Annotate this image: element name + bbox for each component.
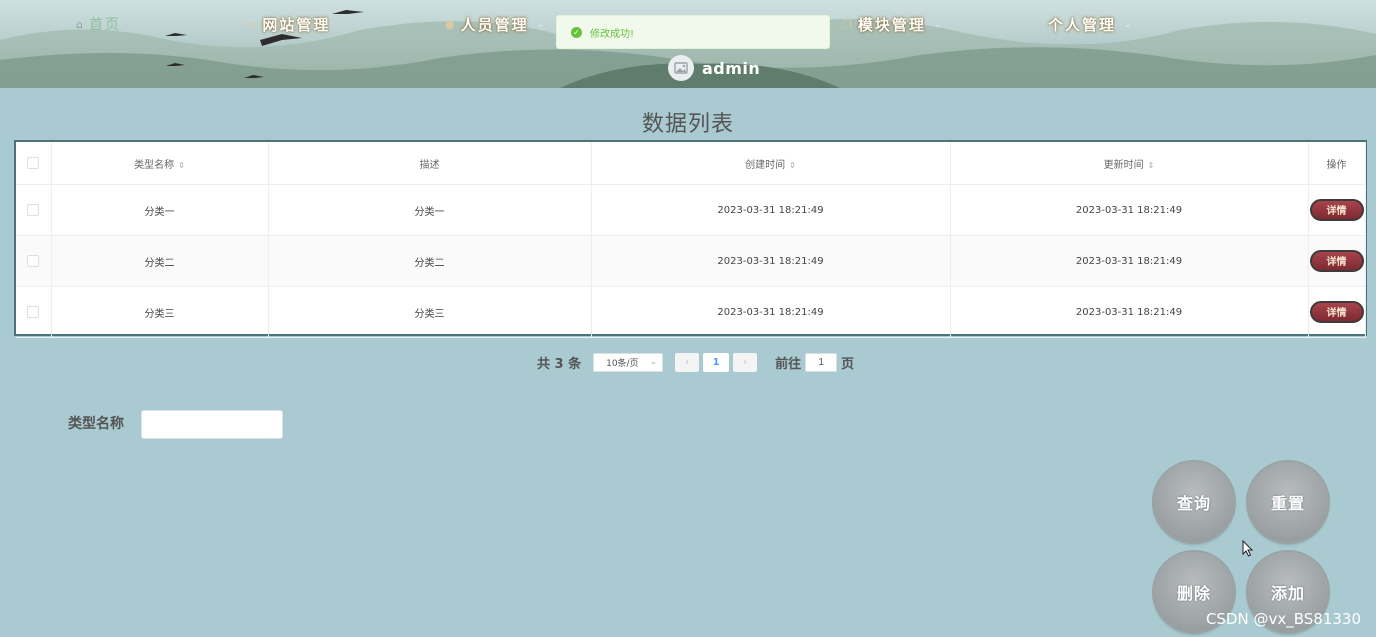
nav-label: 个人管理 <box>1048 16 1117 34</box>
check-circle-icon: ✓ <box>571 26 582 38</box>
mouse-cursor-icon <box>1242 540 1254 557</box>
chevron-down-icon: ⌄ <box>1124 20 1134 30</box>
table-row: 分类三 分类三 2023-03-31 18:21:49 2023-03-31 1… <box>16 286 1366 338</box>
username: admin <box>702 58 761 78</box>
sort-icon[interactable]: ⇕ <box>178 161 185 170</box>
chevron-down-icon: ⌄ <box>649 357 658 367</box>
top-nav-bar: ⌂ 首页 ▭ 网站管理 ● 人员管理 ⌄ ❐ 模块管理 ⌄ 个人管理 ⌄ adm… <box>0 0 1376 88</box>
page-number-current[interactable]: 1 <box>703 352 730 372</box>
page-size-select[interactable]: 10条/页 ⌄ <box>593 352 664 372</box>
cell-description: 分类一 <box>268 184 592 236</box>
sort-icon[interactable]: ⇕ <box>789 161 796 170</box>
cell-name: 分类三 <box>51 286 269 338</box>
pagination-total: 共 3 条 <box>537 356 582 372</box>
nav-label: 人员管理 <box>460 16 529 34</box>
copy-icon: ❐ <box>842 18 854 31</box>
nav-item-home[interactable]: ⌂ 首页 <box>76 14 121 36</box>
pagination: 共 3 条 10条/页 ⌄ ‹ 1 › 前往 页 <box>537 351 854 373</box>
column-header-description: 描述 <box>268 142 592 185</box>
row-checkbox[interactable] <box>27 204 40 216</box>
column-header-created[interactable]: 创建时间 ⇕ <box>591 142 951 185</box>
cell-description: 分类二 <box>268 235 592 287</box>
page-size-value: 10条/页 <box>606 358 639 369</box>
home-icon: ⌂ <box>76 18 85 31</box>
image-icon <box>674 62 688 74</box>
detail-button[interactable]: 详情 <box>1309 301 1364 323</box>
table-row: 分类一 分类一 2023-03-31 18:21:49 2023-03-31 1… <box>16 184 1366 236</box>
reset-button[interactable]: 重置 <box>1248 462 1328 542</box>
monitor-icon: ▭ <box>246 18 259 31</box>
goto-suffix: 页 <box>841 356 855 372</box>
nav-item-personal-management[interactable]: 个人管理 ⌄ <box>1048 14 1134 36</box>
user-menu[interactable]: admin <box>668 55 760 81</box>
watermark: CSDN @vx_BS81330 <box>1205 610 1361 628</box>
query-button[interactable]: 查询 <box>1154 462 1234 542</box>
success-toast: ✓ 修改成功! <box>556 15 830 49</box>
page-title: 数据列表 <box>641 112 734 137</box>
goto-label: 前往 <box>775 356 802 372</box>
select-all-checkbox[interactable] <box>27 157 40 169</box>
nav-item-site-management[interactable]: ▭ 网站管理 <box>246 14 330 36</box>
detail-button[interactable]: 详情 <box>1309 250 1364 272</box>
toast-message: 修改成功! <box>590 28 635 40</box>
nav-label: 网站管理 <box>262 16 331 34</box>
chevron-down-icon: ⌄ <box>536 20 547 30</box>
chevron-down-icon: ⌄ <box>933 20 944 30</box>
column-header-actions: 操作 <box>1308 142 1366 185</box>
data-table: 类型名称 ⇕ 描述 创建时间 ⇕ 更新时间 ⇕ 操作 分类一 分类一 2023-03-… <box>14 140 1367 338</box>
cell-description: 分类三 <box>268 286 592 338</box>
cell-name: 分类二 <box>51 235 269 287</box>
search-type-name-input[interactable] <box>141 410 283 439</box>
cell-name: 分类一 <box>51 184 269 236</box>
cell-created: 2023-03-31 18:21:49 <box>591 286 951 338</box>
chevron-right-icon: › <box>743 356 748 368</box>
detail-button[interactable]: 详情 <box>1309 199 1364 221</box>
column-header-name[interactable]: 类型名称 ⇕ <box>51 142 269 185</box>
cell-updated: 2023-03-31 18:21:49 <box>950 184 1309 236</box>
cell-created: 2023-03-31 18:21:49 <box>591 235 951 287</box>
column-header-updated[interactable]: 更新时间 ⇕ <box>950 142 1309 185</box>
prev-page-button[interactable]: ‹ <box>675 352 700 372</box>
avatar <box>668 55 694 81</box>
row-checkbox[interactable] <box>27 255 40 267</box>
chevron-left-icon: ‹ <box>685 356 690 368</box>
row-checkbox[interactable] <box>27 306 40 318</box>
sort-icon[interactable]: ⇕ <box>1148 161 1155 170</box>
next-page-button[interactable]: › <box>733 352 758 372</box>
goto-page-input[interactable] <box>805 352 838 372</box>
search-type-name-label: 类型名称 <box>68 416 124 432</box>
cell-updated: 2023-03-31 18:21:49 <box>950 286 1309 338</box>
nav-label: 首页 <box>88 17 121 33</box>
nav-label: 模块管理 <box>857 16 926 34</box>
cell-created: 2023-03-31 18:21:49 <box>591 184 951 236</box>
table-header-row: 类型名称 ⇕ 描述 创建时间 ⇕ 更新时间 ⇕ 操作 <box>16 142 1366 185</box>
cell-updated: 2023-03-31 18:21:49 <box>950 235 1309 287</box>
table-row: 分类二 分类二 2023-03-31 18:21:49 2023-03-31 1… <box>16 235 1366 287</box>
nav-item-module-management[interactable]: ❐ 模块管理 ⌄ <box>842 14 943 36</box>
user-icon: ● <box>445 18 457 31</box>
nav-item-staff-management[interactable]: ● 人员管理 ⌄ <box>445 14 546 36</box>
